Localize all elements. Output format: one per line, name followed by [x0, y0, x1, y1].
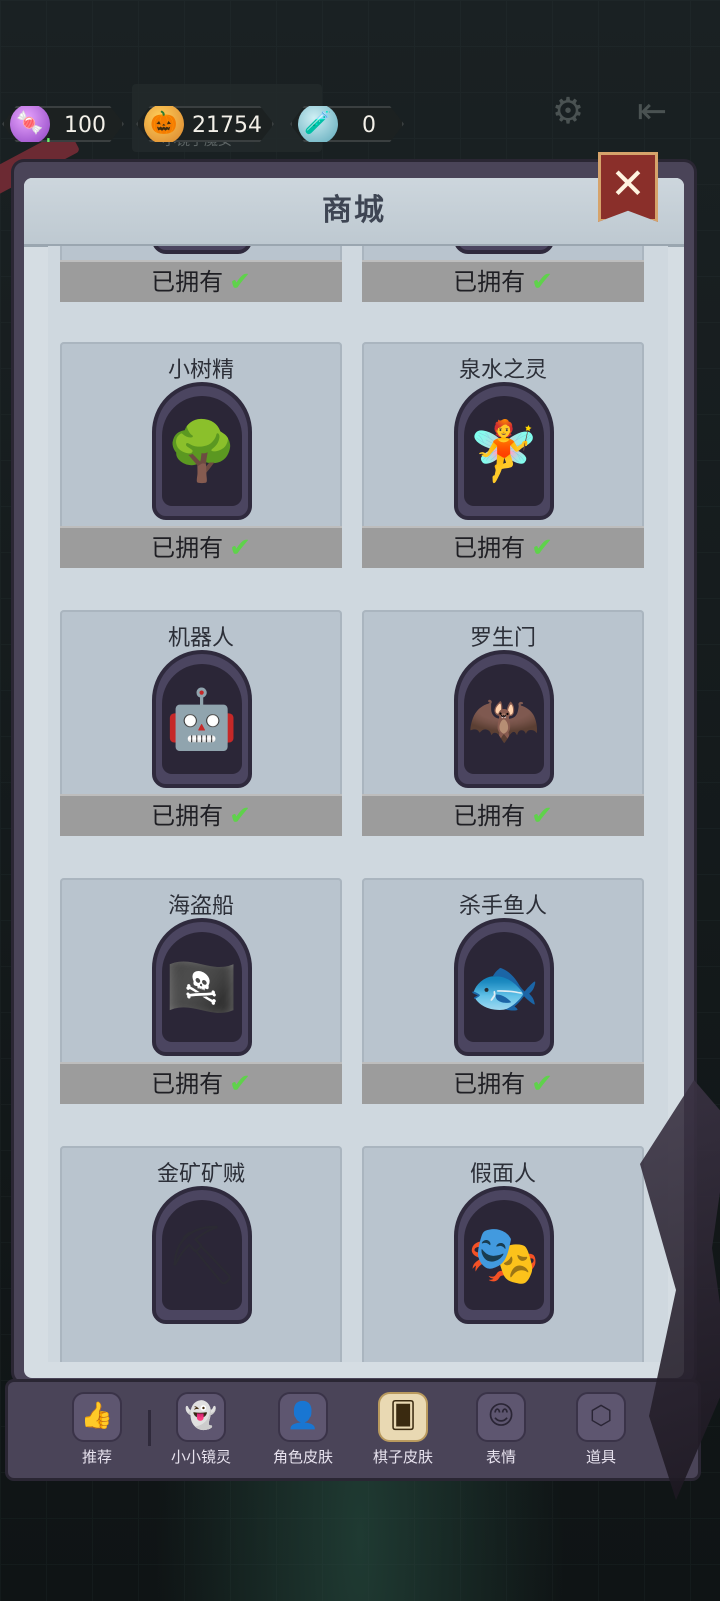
skin-portrait: ⛏ [152, 1186, 252, 1324]
nav-icon: 👤 [278, 1392, 328, 1442]
check-icon: ✔ [531, 267, 553, 297]
nav-label: 棋子皮肤 [372, 1448, 433, 1466]
bottom-nav: 👍 推荐 👻 小小镜灵 👤 角色皮肤 🂠 棋子皮肤 😊 表情 ⬡ 道具 [8, 1382, 698, 1478]
currency-bar: 🍬 + 100 🎃 21754 🧪 0 [0, 100, 720, 152]
currency-pumpkin: 🎃 21754 [136, 106, 274, 142]
skin-portrait: 💧 [454, 246, 554, 254]
skin-portrait-icon: 🎭 [464, 1200, 544, 1310]
owned-label: 已拥有 [453, 268, 526, 296]
shop-panel: 商城 🪵已拥有✔💧已拥有✔小树精🌳已拥有✔泉水之灵🧚已拥有✔机器人🤖已拥有✔罗生… [14, 162, 694, 1382]
skin-name: 机器人 [167, 626, 234, 651]
owned-label: 已拥有 [453, 534, 526, 562]
owned-bar: 已拥有 ✔ [60, 794, 342, 836]
nav-icon: 👍 [72, 1392, 122, 1442]
check-icon: ✔ [531, 1069, 553, 1099]
skin-portrait-icon: 🦇 [464, 664, 544, 774]
skin-portrait: 🧚 [454, 382, 554, 520]
currency-candy[interactable]: 🍬 + 100 [2, 106, 124, 142]
nav-label: 道具 [585, 1448, 616, 1466]
skin-portrait-icon: 🤖 [162, 664, 242, 774]
skin-card[interactable]: 小树精 🌳 已拥有 ✔ [60, 342, 342, 568]
skin-name: 泉水之灵 [458, 358, 547, 383]
nav-label: 表情 [485, 1448, 516, 1466]
owned-label: 已拥有 [453, 1070, 526, 1098]
owned-bar: 已拥有 ✔ [362, 794, 644, 836]
skin-portrait: 🦇 [454, 650, 554, 788]
skin-portrait-icon: ⛏ [162, 1200, 242, 1310]
skin-name: 小树精 [167, 358, 234, 383]
skin-portrait-icon: 🌳 [162, 396, 242, 506]
skin-name: 罗生门 [469, 626, 536, 651]
skin-portrait: 🐟 [454, 918, 554, 1056]
skin-card[interactable]: 💧 已拥有✔ [362, 246, 644, 302]
nav-label: 角色皮肤 [272, 1448, 333, 1466]
currency-candy-value: 100 [64, 113, 106, 138]
nav-icon: ⬡ [576, 1392, 626, 1442]
skin-grid[interactable]: 🪵已拥有✔💧已拥有✔小树精🌳已拥有✔泉水之灵🧚已拥有✔机器人🤖已拥有✔罗生门🦇已… [48, 246, 668, 1362]
gear-icon[interactable]: ⚙ [548, 92, 588, 132]
nav-icon: 🂠 [378, 1392, 428, 1442]
nav-item[interactable]: 🂠 棋子皮肤 [358, 1392, 448, 1472]
nav-item[interactable]: 👍 推荐 [52, 1392, 142, 1472]
skin-name: 金矿矿贼 [156, 1162, 245, 1187]
skin-portrait: 🤖 [152, 650, 252, 788]
owned-bar: 已拥有 ✔ [60, 1062, 342, 1104]
skin-card[interactable]: 金矿矿贼 ⛏ [60, 1146, 342, 1362]
skin-portrait: 🏴‍☠️ [152, 918, 252, 1056]
owned-bar: 已拥有 ✔ [60, 526, 342, 568]
shop-title: 商城 [322, 193, 386, 228]
skin-card[interactable]: 杀手鱼人 🐟 已拥有 ✔ [362, 878, 644, 1104]
skin-card[interactable]: 罗生门 🦇 已拥有 ✔ [362, 610, 644, 836]
nav-item[interactable]: 👻 小小镜灵 [156, 1392, 246, 1472]
nav-icon: 😊 [476, 1392, 526, 1442]
currency-potion-value: 0 [362, 113, 376, 138]
owned-label: 已拥有 [151, 1070, 224, 1098]
currency-pumpkin-value: 21754 [192, 113, 262, 138]
owned-bar: 已拥有 ✔ [362, 1062, 644, 1104]
nav-item[interactable]: ⬡ 道具 [556, 1392, 646, 1472]
skin-card[interactable]: 海盗船 🏴‍☠️ 已拥有 ✔ [60, 878, 342, 1104]
potion-icon: 🧪 [298, 104, 338, 144]
owned-bar: 已拥有 ✔ [362, 260, 644, 302]
owned-label: 已拥有 [151, 534, 224, 562]
skin-portrait-icon: 🏴‍☠️ [162, 932, 242, 1042]
skin-portrait: 🌳 [152, 382, 252, 520]
check-icon: ✔ [531, 533, 553, 563]
nav-item[interactable]: 😊 表情 [456, 1392, 546, 1472]
check-icon: ✔ [229, 533, 251, 563]
currency-potion: 🧪 0 [290, 106, 404, 142]
skin-portrait-icon: 🧚 [464, 396, 544, 506]
skin-portrait: 🪵 [152, 246, 252, 254]
nav-item[interactable]: 👤 角色皮肤 [258, 1392, 348, 1472]
skin-name: 海盗船 [167, 894, 234, 919]
owned-label: 已拥有 [151, 268, 224, 296]
skin-name: 假面人 [469, 1162, 536, 1187]
skin-portrait-icon: 🐟 [464, 932, 544, 1042]
nav-divider [148, 1410, 151, 1446]
nav-label: 推荐 [81, 1448, 112, 1466]
check-icon: ✔ [229, 1069, 251, 1099]
check-icon: ✔ [229, 267, 251, 297]
owned-bar: 已拥有 ✔ [60, 260, 342, 302]
shop-title-bar: 商城 [24, 178, 684, 247]
skin-card[interactable]: 机器人 🤖 已拥有 ✔ [60, 610, 342, 836]
skin-portrait: 🎭 [454, 1186, 554, 1324]
skin-card[interactable]: 泉水之灵 🧚 已拥有 ✔ [362, 342, 644, 568]
nav-icon: 👻 [176, 1392, 226, 1442]
owned-bar: 已拥有 ✔ [362, 526, 644, 568]
skin-name: 杀手鱼人 [458, 894, 547, 919]
nav-label: 小小镜灵 [170, 1448, 231, 1466]
close-icon: ✕ [610, 159, 646, 208]
check-icon: ✔ [229, 801, 251, 831]
skin-card[interactable]: 假面人 🎭 [362, 1146, 644, 1362]
exit-icon[interactable]: ⇤ [632, 92, 672, 132]
owned-label: 已拥有 [151, 802, 224, 830]
shop-panel-inner: 商城 🪵已拥有✔💧已拥有✔小树精🌳已拥有✔泉水之灵🧚已拥有✔机器人🤖已拥有✔罗生… [24, 178, 684, 1378]
owned-label: 已拥有 [453, 802, 526, 830]
skin-card[interactable]: 🪵 已拥有✔ [60, 246, 342, 302]
check-icon: ✔ [531, 801, 553, 831]
pumpkin-icon: 🎃 [144, 104, 184, 144]
